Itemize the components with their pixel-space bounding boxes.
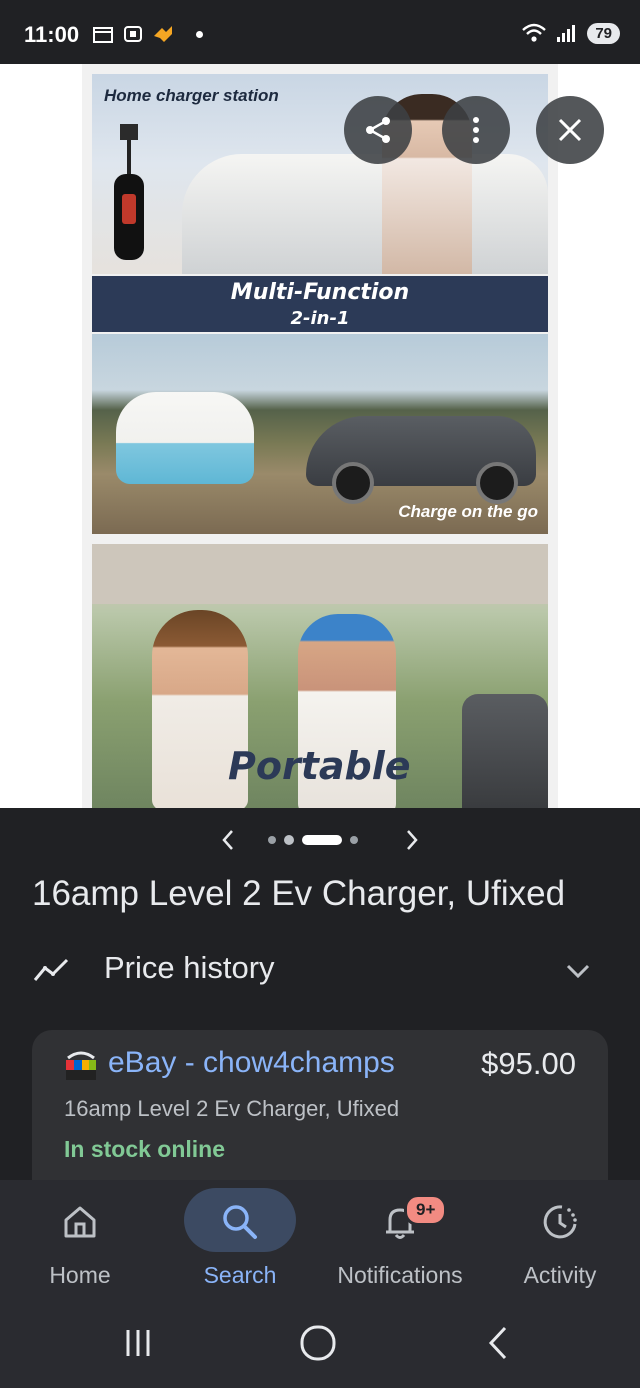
portable-label: Portable bbox=[228, 744, 411, 788]
store-icon bbox=[66, 1051, 96, 1080]
white-car-graphic bbox=[182, 154, 548, 274]
recents-button[interactable] bbox=[110, 1318, 166, 1368]
chevron-down-icon[interactable] bbox=[560, 954, 596, 986]
home-icon bbox=[64, 1206, 96, 1238]
chevron-right-icon bbox=[407, 830, 418, 850]
nav-home-label: Home bbox=[49, 1262, 111, 1288]
search-icon bbox=[223, 1205, 257, 1239]
wheel-graphic bbox=[332, 462, 374, 504]
carousel-dot[interactable] bbox=[350, 836, 358, 844]
chevron-left-icon bbox=[222, 830, 233, 850]
notification-badge: 9+ bbox=[404, 1194, 448, 1226]
carousel-next-button[interactable] bbox=[394, 822, 430, 858]
carousel-dot-active[interactable] bbox=[302, 835, 342, 845]
home-charger-label: Home charger station bbox=[104, 86, 279, 105]
trend-icon bbox=[33, 958, 69, 981]
charger-graphic bbox=[114, 124, 144, 260]
car-roof-frame bbox=[92, 544, 548, 604]
banner-line2: 2-in-1 bbox=[290, 308, 350, 329]
carousel-nav bbox=[0, 822, 640, 858]
wheel-graphic bbox=[476, 462, 518, 504]
status-left-icons bbox=[92, 24, 203, 44]
back-icon bbox=[488, 1326, 507, 1360]
bottom-nav: Home Search 9+ Notifications Activity bbox=[0, 1180, 640, 1298]
status-time: 11:00 bbox=[24, 22, 80, 47]
stock-status: In stock online bbox=[64, 1136, 226, 1162]
carousel-dots bbox=[268, 835, 358, 845]
wifi-icon bbox=[522, 23, 547, 42]
home-circle-icon bbox=[300, 1325, 336, 1361]
product-image[interactable]: Home charger station Multi-Function 2-in… bbox=[82, 64, 558, 808]
nav-activity[interactable]: Activity bbox=[480, 1180, 640, 1298]
camper-trailer-graphic bbox=[116, 392, 254, 484]
car-seat-graphic bbox=[462, 694, 548, 808]
carousel-dot[interactable] bbox=[284, 835, 294, 845]
carousel-dot[interactable] bbox=[268, 836, 276, 844]
close-icon bbox=[558, 118, 582, 142]
system-home-button[interactable] bbox=[290, 1318, 346, 1368]
banner-line1: Multi-Function bbox=[230, 280, 410, 305]
price-history-row[interactable]: Price history bbox=[0, 940, 640, 1000]
carousel-prev-button[interactable] bbox=[210, 822, 246, 858]
nav-activity-label: Activity bbox=[523, 1262, 597, 1288]
share-button[interactable] bbox=[344, 96, 412, 164]
system-nav-bar bbox=[0, 1298, 640, 1388]
notification-dot bbox=[196, 30, 203, 38]
recents-icon bbox=[126, 1330, 150, 1356]
nav-notifications[interactable]: 9+ Notifications bbox=[320, 1180, 480, 1298]
share-icon bbox=[366, 117, 390, 143]
battery-indicator: 79 bbox=[587, 22, 620, 44]
nav-home[interactable]: Home bbox=[0, 1180, 160, 1298]
activity-icon bbox=[543, 1205, 577, 1239]
image-panel-charge-on-go: Charge on the go bbox=[92, 334, 548, 534]
calendar-icon bbox=[93, 27, 113, 43]
image-panel-portable: Portable bbox=[92, 544, 548, 808]
status-bar: 11:00 79 bbox=[0, 0, 640, 64]
feature-banner: Multi-Function 2-in-1 bbox=[92, 276, 548, 332]
screenshot-icon bbox=[124, 26, 142, 42]
store-link[interactable]: eBay - chow4champs bbox=[108, 1046, 395, 1080]
status-right-icons: 79 bbox=[521, 22, 620, 44]
image-viewer[interactable]: Home charger station Multi-Function 2-in… bbox=[0, 64, 640, 808]
price-history-label: Price history bbox=[104, 950, 275, 985]
product-title: 16amp Level 2 Ev Charger, Ufixed bbox=[32, 874, 566, 913]
signal-icon bbox=[557, 25, 576, 42]
more-options-button[interactable] bbox=[442, 96, 510, 164]
nav-search[interactable]: Search bbox=[160, 1180, 320, 1298]
charge-on-go-label: Charge on the go bbox=[398, 502, 538, 521]
nav-search-label: Search bbox=[203, 1262, 277, 1288]
offer-price: $95.00 bbox=[481, 1046, 576, 1081]
nav-notifications-label: Notifications bbox=[337, 1262, 463, 1288]
offer-title: 16amp Level 2 Ev Charger, Ufixed bbox=[64, 1096, 400, 1121]
close-button[interactable] bbox=[536, 96, 604, 164]
app-notification-icon bbox=[154, 26, 172, 42]
back-button[interactable] bbox=[470, 1318, 526, 1368]
more-vert-icon bbox=[473, 117, 479, 143]
